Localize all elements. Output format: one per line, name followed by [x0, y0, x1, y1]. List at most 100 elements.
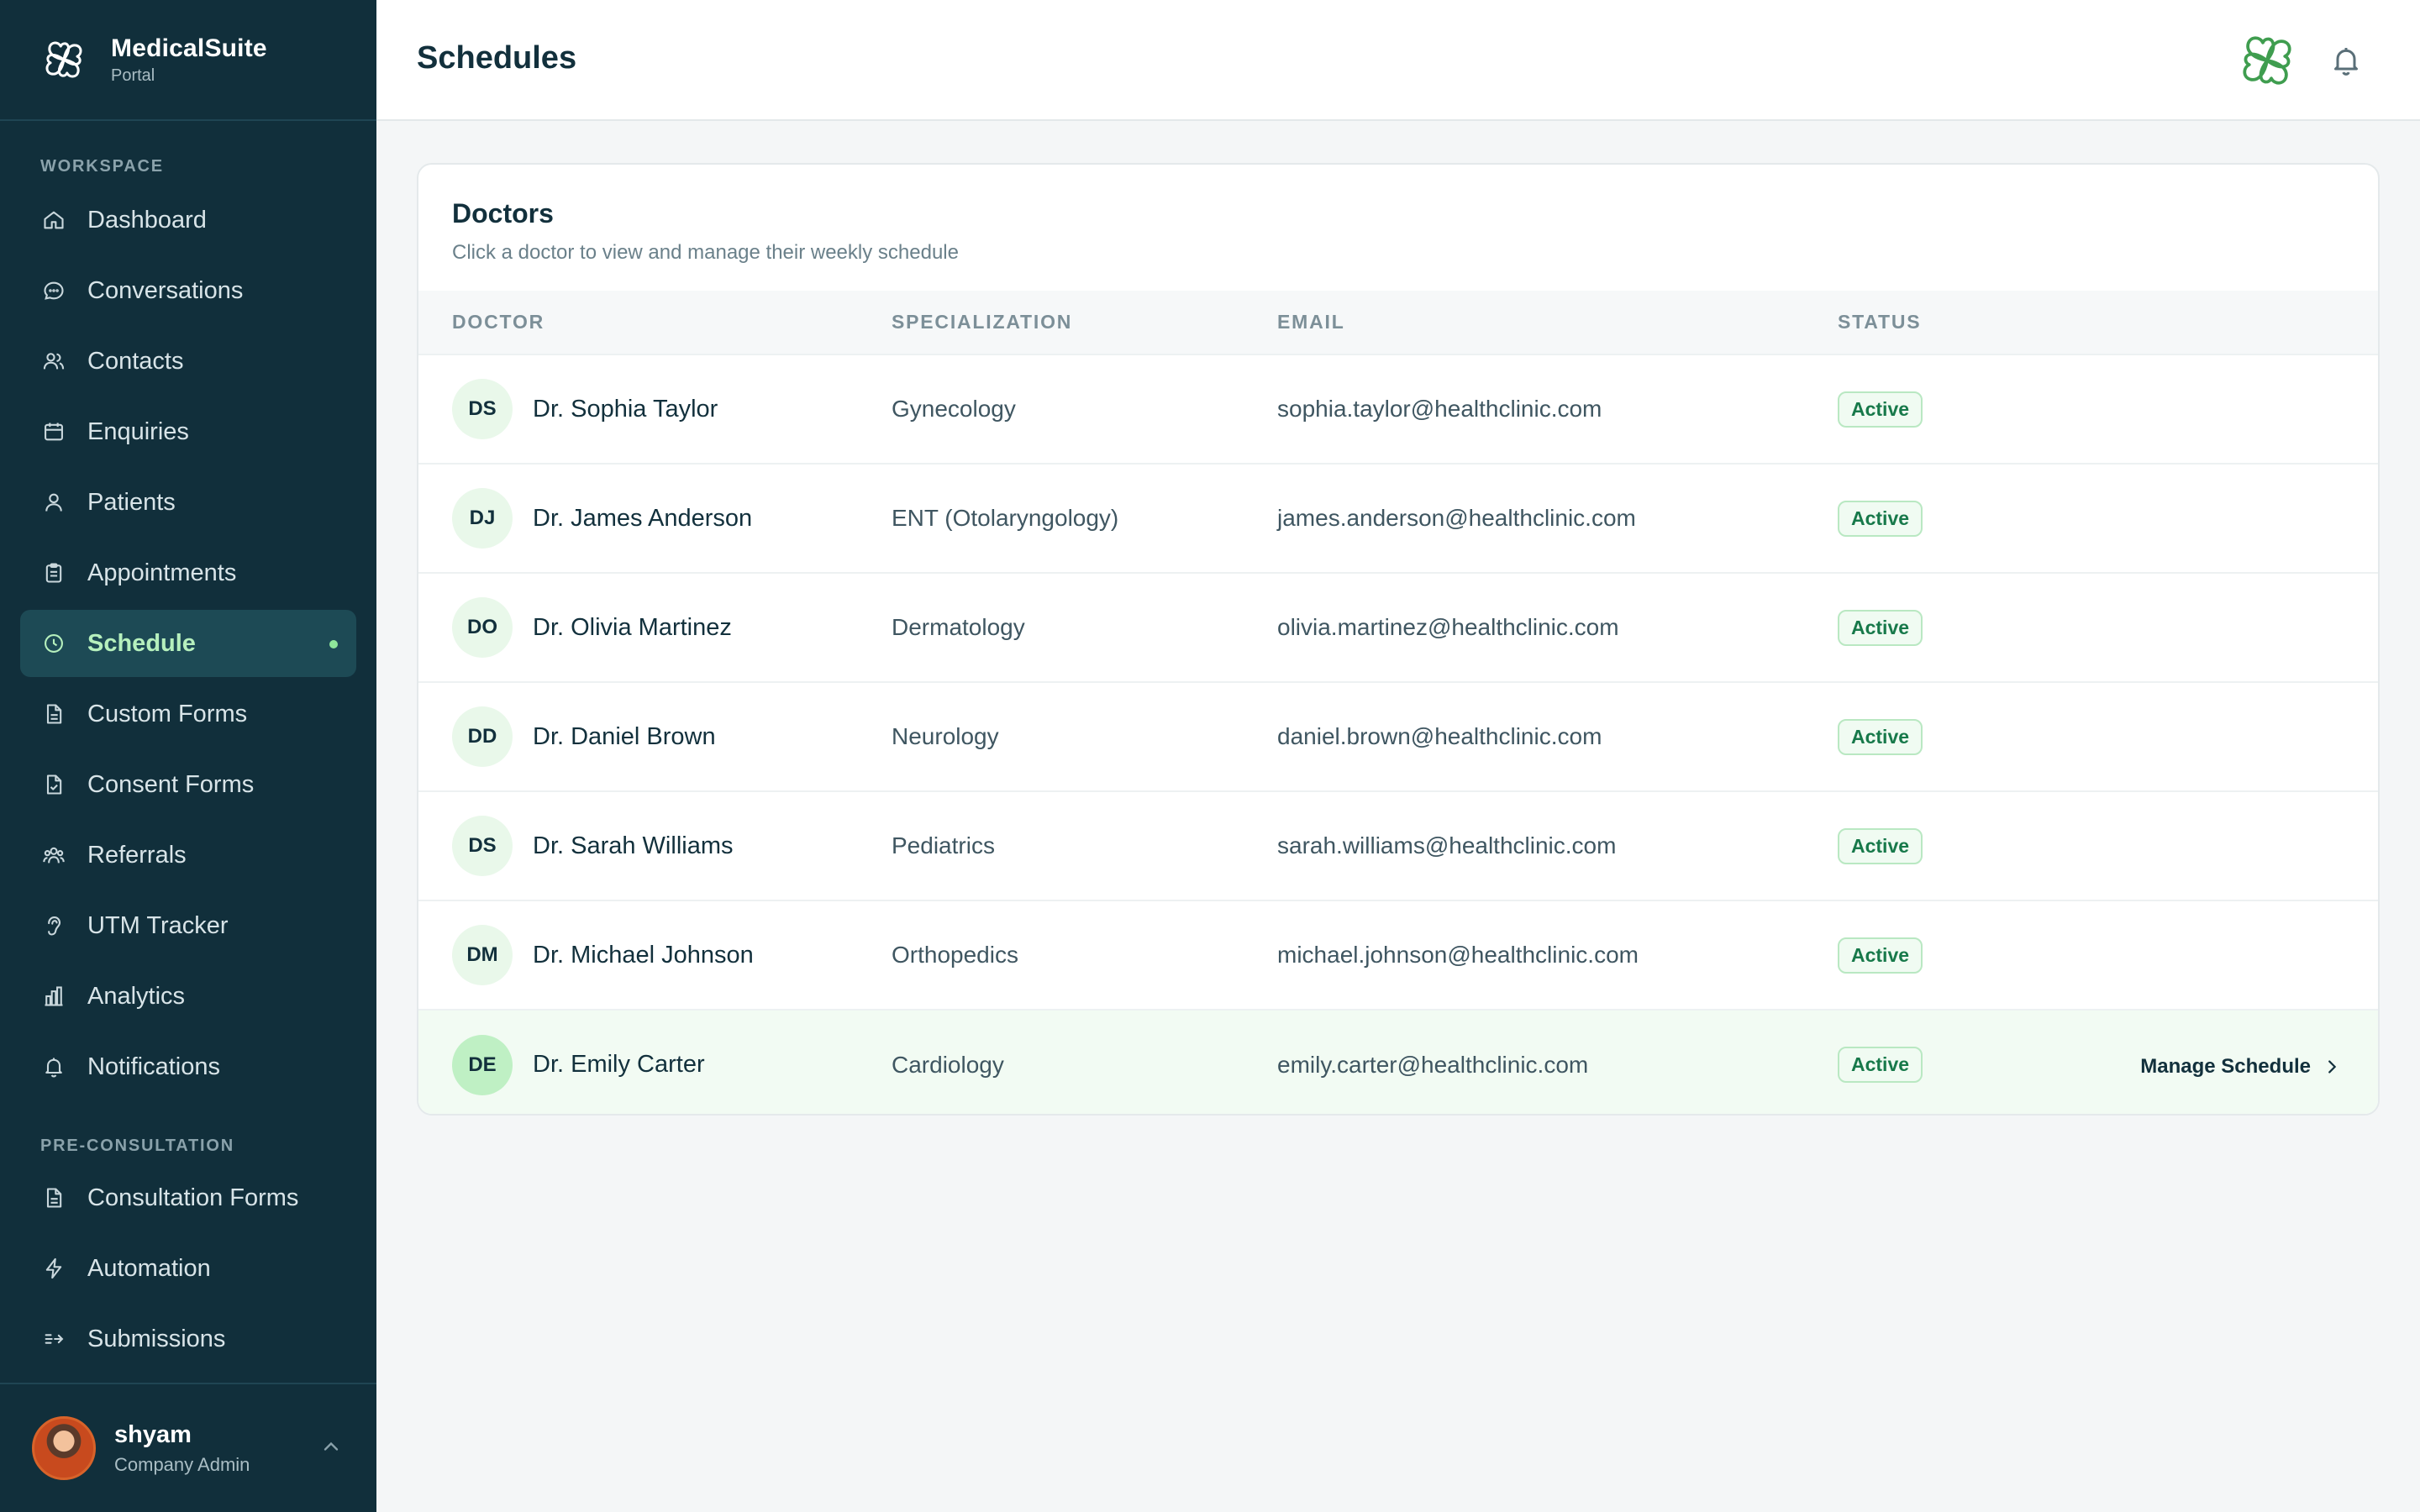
doctor-email: daniel.brown@healthclinic.com — [1277, 681, 1838, 791]
card-title: Doctors — [452, 198, 554, 228]
sidebar-item-label: Consultation Forms — [87, 1184, 299, 1211]
user-icon — [40, 489, 67, 516]
sidebar-item-label: Custom Forms — [87, 700, 248, 727]
table-header-row: DOCTOR SPECIALIZATION EMAIL STATUS — [418, 291, 2378, 354]
sidebar-item-label: Submissions — [87, 1325, 226, 1352]
column-header-specialization: SPECIALIZATION — [892, 311, 1073, 333]
column-header-status: STATUS — [1838, 311, 1922, 333]
clock-icon — [40, 630, 67, 657]
doctor-name: Dr. Michael Johnson — [533, 941, 754, 969]
table-row[interactable]: DJ Dr. James Anderson ENT (Otolaryngology… — [418, 463, 2378, 573]
user-menu[interactable]: shyam Company Admin — [0, 1383, 376, 1512]
doctor-name: Dr. Sophia Taylor — [533, 395, 718, 423]
doctor-email: olivia.martinez@healthclinic.com — [1277, 572, 1838, 682]
sidebar-item-utm-tracker[interactable]: UTM Tracker — [20, 892, 356, 959]
topbar: Schedules — [376, 0, 2420, 121]
sidebar-item-referrals[interactable]: Referrals — [20, 822, 356, 889]
arrow-list-icon — [40, 1326, 67, 1352]
users-icon — [40, 348, 67, 375]
brand[interactable]: MedicalSuite Portal — [0, 0, 376, 121]
doctor-initials-avatar: DM — [452, 925, 513, 985]
column-header-action — [2090, 291, 2378, 354]
sidebar-item-label: Consent Forms — [87, 770, 255, 798]
doctors-table: DOCTOR SPECIALIZATION EMAIL STATUS DS Dr.… — [418, 291, 2378, 1114]
doctor-specialization: ENT (Otolaryngology) — [892, 463, 1277, 573]
sidebar-item-label: Automation — [87, 1254, 211, 1282]
sidebar-item-label: Patients — [87, 488, 176, 516]
status-badge: Active — [1838, 718, 1923, 755]
doctor-name: Dr. Sarah Williams — [533, 832, 734, 859]
sidebar-item-label: Appointments — [87, 559, 237, 586]
clover-logo-icon — [37, 33, 91, 87]
doctor-initials-avatar: DE — [452, 1034, 513, 1095]
doctor-name: Dr. Olivia Martinez — [533, 613, 732, 641]
sidebar-item-automation[interactable]: Automation — [20, 1235, 356, 1302]
sidebar-item-dashboard[interactable]: Dashboard — [20, 186, 356, 254]
manage-schedule-label: Manage Schedule — [2140, 1054, 2311, 1078]
status-badge: Active — [1838, 1047, 1923, 1083]
active-indicator-dot — [329, 640, 338, 648]
sidebar-item-custom-forms[interactable]: Custom Forms — [20, 680, 356, 748]
sidebar-item-analytics[interactable]: Analytics — [20, 963, 356, 1030]
sidebar-item-label: Schedule — [87, 629, 196, 657]
avatar — [32, 1416, 96, 1480]
sidebar-item-submissions[interactable]: Submissions — [20, 1305, 356, 1373]
sidebar-item-enquiries[interactable]: Enquiries — [20, 398, 356, 465]
sidebar: MedicalSuite Portal WORKSPACE Dashboard … — [0, 0, 376, 1512]
page-title: Schedules — [417, 40, 577, 76]
doctor-initials-avatar: DJ — [452, 488, 513, 549]
doctors-card: Doctors Click a doctor to view and manag… — [417, 163, 2380, 1116]
document-check-icon — [40, 771, 67, 798]
doctor-specialization: Cardiology — [892, 1009, 1277, 1114]
document-icon — [40, 1184, 67, 1211]
status-badge: Active — [1838, 827, 1923, 864]
table-row[interactable]: DD Dr. Daniel Brown Neurology daniel.brow… — [418, 681, 2378, 791]
table-row[interactable]: DS Dr. Sophia Taylor Gynecology sophia.ta… — [418, 354, 2378, 464]
column-header-email: EMAIL — [1277, 311, 1345, 333]
clover-logo-icon[interactable] — [2233, 27, 2301, 94]
sidebar-item-consultation-forms[interactable]: Consultation Forms — [20, 1164, 356, 1231]
home-icon — [40, 207, 67, 234]
card-subtitle: Click a doctor to view and manage their … — [452, 241, 959, 264]
status-badge: Active — [1838, 609, 1923, 646]
doctor-initials-avatar: DD — [452, 706, 513, 767]
sidebar-item-patients[interactable]: Patients — [20, 469, 356, 536]
table-row[interactable]: DE Dr. Emily Carter Cardiology emily.cart… — [418, 1009, 2378, 1114]
sidebar-item-label: Notifications — [87, 1053, 220, 1080]
clipboard-icon — [40, 559, 67, 586]
sidebar-item-label: Enquiries — [87, 417, 189, 445]
doctor-name: Dr. Daniel Brown — [533, 722, 716, 750]
nav-workspace: Dashboard Conversations Contacts Enquiri… — [0, 186, 376, 1100]
chevron-right-icon — [2328, 1059, 2337, 1074]
status-badge: Active — [1838, 500, 1923, 537]
table-row[interactable]: DM Dr. Michael Johnson Orthopedics michae… — [418, 900, 2378, 1010]
sidebar-item-notifications[interactable]: Notifications — [20, 1033, 356, 1100]
table-row[interactable]: DS Dr. Sarah Williams Pediatrics sarah.wi… — [418, 790, 2378, 900]
sidebar-item-appointments[interactable]: Appointments — [20, 539, 356, 606]
doctor-email: james.anderson@healthclinic.com — [1277, 463, 1838, 573]
sidebar-item-contacts[interactable]: Contacts — [20, 328, 356, 395]
ear-icon — [40, 912, 67, 939]
section-label-pre-consultation: PRE-CONSULTATION — [40, 1137, 235, 1155]
user-group-icon — [40, 842, 67, 869]
user-role: Company Admin — [114, 1453, 250, 1475]
sidebar-item-label: UTM Tracker — [87, 911, 229, 939]
bar-chart-icon — [40, 983, 67, 1010]
sidebar-item-label: Analytics — [87, 982, 186, 1010]
doctor-email: michael.johnson@healthclinic.com — [1277, 900, 1838, 1010]
sidebar-item-conversations[interactable]: Conversations — [20, 257, 356, 324]
manage-schedule-link[interactable]: Manage Schedule — [2140, 1055, 2341, 1079]
lightning-icon — [40, 1255, 67, 1282]
doctor-email: sophia.taylor@healthclinic.com — [1277, 354, 1838, 464]
table-row[interactable]: DO Dr. Olivia Martinez Dermatology olivia… — [418, 572, 2378, 682]
status-badge: Active — [1838, 391, 1923, 428]
sidebar-item-label: Referrals — [87, 841, 187, 869]
bell-icon[interactable] — [2329, 44, 2363, 77]
doctor-specialization: Dermatology — [892, 572, 1277, 682]
doctor-initials-avatar: DS — [452, 816, 513, 876]
sidebar-item-consent-forms[interactable]: Consent Forms — [20, 751, 356, 818]
sidebar-item-label: Contacts — [87, 347, 184, 375]
doctor-email: sarah.williams@healthclinic.com — [1277, 790, 1838, 900]
chevron-up-icon[interactable] — [319, 1435, 343, 1458]
sidebar-item-schedule[interactable]: Schedule — [20, 610, 356, 677]
